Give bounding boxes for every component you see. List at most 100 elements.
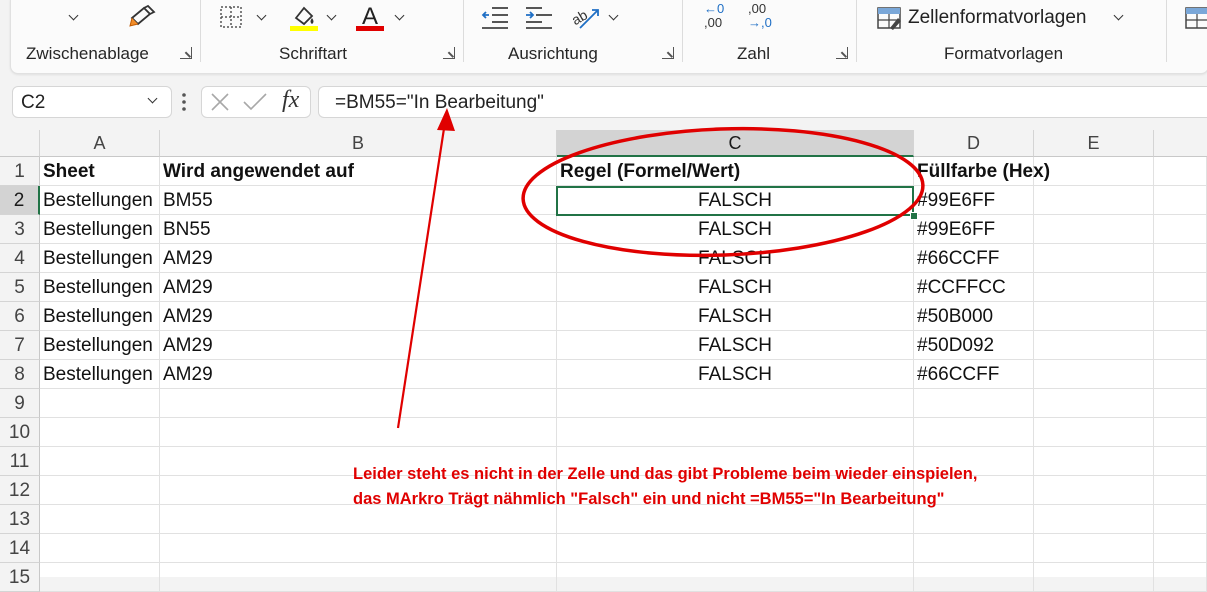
zellenformatvorlagen-button[interactable]: Zellenformatvorlagen <box>908 7 1086 29</box>
cell-c3[interactable]: FALSCH <box>557 215 914 244</box>
row-header-9[interactable]: 9 <box>0 389 40 418</box>
cell-f12[interactable] <box>1154 476 1207 505</box>
cell-a11[interactable] <box>40 447 160 476</box>
cell-d9[interactable] <box>914 389 1034 418</box>
row-header-4[interactable]: 4 <box>0 244 40 273</box>
increase-indent-icon[interactable] <box>524 4 554 30</box>
cell-b5[interactable]: AM29 <box>160 273 557 302</box>
cell-e8[interactable] <box>1034 360 1154 389</box>
cell-a13[interactable] <box>40 505 160 534</box>
cell-a6[interactable]: Bestellungen <box>40 302 160 331</box>
cell-d8[interactable]: #66CCFF <box>914 360 1034 389</box>
cell-styles-icon[interactable] <box>876 6 902 30</box>
cell-b2[interactable]: BM55 <box>160 186 557 215</box>
select-all-corner[interactable] <box>0 130 40 157</box>
cell-a10[interactable] <box>40 418 160 447</box>
column-header-f[interactable] <box>1154 130 1207 157</box>
cell-b10[interactable] <box>160 418 557 447</box>
cell-d3[interactable]: #99E6FF <box>914 215 1034 244</box>
cell-a12[interactable] <box>40 476 160 505</box>
cell-c4[interactable]: FALSCH <box>557 244 914 273</box>
cell-e7[interactable] <box>1034 331 1154 360</box>
cell-f2[interactable] <box>1154 186 1207 215</box>
row-header-12[interactable]: 12 <box>0 476 40 505</box>
text-orientation-icon[interactable]: ab <box>570 2 602 32</box>
cell-b8[interactable]: AM29 <box>160 360 557 389</box>
decrease-indent-icon[interactable] <box>480 4 510 30</box>
cell-c5[interactable]: FALSCH <box>557 273 914 302</box>
schriftart-dialog-launcher-icon[interactable] <box>443 47 455 59</box>
cell-b7[interactable]: AM29 <box>160 331 557 360</box>
cell-c6[interactable]: FALSCH <box>557 302 914 331</box>
row-header-8[interactable]: 8 <box>0 360 40 389</box>
cell-d5[interactable]: #CCFFCC <box>914 273 1034 302</box>
cell-e13[interactable] <box>1034 505 1154 534</box>
cell-a1[interactable]: Sheet <box>40 157 160 186</box>
cell-b6[interactable]: AM29 <box>160 302 557 331</box>
cell-f4[interactable] <box>1154 244 1207 273</box>
row-header-2[interactable]: 2 <box>0 186 40 215</box>
ausrichtung-dialog-launcher-icon[interactable] <box>662 47 674 59</box>
more-options-icon[interactable] <box>180 92 188 112</box>
cell-a5[interactable]: Bestellungen <box>40 273 160 302</box>
row-header-5[interactable]: 5 <box>0 273 40 302</box>
column-header-a[interactable]: A <box>40 130 160 157</box>
cell-d10[interactable] <box>914 418 1034 447</box>
column-header-b[interactable]: B <box>160 130 557 157</box>
zahl-dialog-launcher-icon[interactable] <box>836 47 848 59</box>
row-header-13[interactable]: 13 <box>0 505 40 534</box>
cell-d1[interactable]: Füllfarbe (Hex) <box>914 157 1050 186</box>
cell-a14[interactable] <box>40 534 160 563</box>
cell-a8[interactable]: Bestellungen <box>40 360 160 389</box>
enter-checkmark-icon[interactable] <box>242 93 268 111</box>
cancel-icon[interactable] <box>210 93 230 111</box>
cell-f7[interactable] <box>1154 331 1207 360</box>
insert-function-icon[interactable]: fx <box>282 87 299 114</box>
cell-e9[interactable] <box>1034 389 1154 418</box>
cell-b3[interactable]: BN55 <box>160 215 557 244</box>
cell-c14[interactable] <box>557 534 914 563</box>
cell-e2[interactable] <box>1034 186 1154 215</box>
cell-f11[interactable] <box>1154 447 1207 476</box>
cell-a9[interactable] <box>40 389 160 418</box>
cell-e11[interactable] <box>1034 447 1154 476</box>
row-header-3[interactable]: 3 <box>0 215 40 244</box>
cell-e4[interactable] <box>1034 244 1154 273</box>
cell-e12[interactable] <box>1034 476 1154 505</box>
format-painter-icon[interactable] <box>128 4 158 30</box>
borders-icon[interactable] <box>218 4 244 30</box>
cell-d6[interactable]: #50B000 <box>914 302 1034 331</box>
fill-color-icon[interactable] <box>288 2 320 32</box>
cell-f15[interactable] <box>1154 563 1207 592</box>
cell-a2[interactable]: Bestellungen <box>40 186 160 215</box>
zwischenablage-dialog-launcher-icon[interactable] <box>180 47 192 59</box>
cell-d7[interactable]: #50D092 <box>914 331 1034 360</box>
cell-f3[interactable] <box>1154 215 1207 244</box>
row-header-14[interactable]: 14 <box>0 534 40 563</box>
fill-handle[interactable] <box>910 212 918 220</box>
cell-f13[interactable] <box>1154 505 1207 534</box>
cell-d2[interactable]: #99E6FF <box>914 186 1034 215</box>
cell-c1[interactable]: Regel (Formel/Wert) <box>557 157 914 186</box>
cell-a3[interactable]: Bestellungen <box>40 215 160 244</box>
cell-d14[interactable] <box>914 534 1034 563</box>
cell-c10[interactable] <box>557 418 914 447</box>
cell-e5[interactable] <box>1034 273 1154 302</box>
cell-f10[interactable] <box>1154 418 1207 447</box>
font-color-icon[interactable]: A <box>354 2 386 32</box>
cell-f9[interactable] <box>1154 389 1207 418</box>
cell-c15[interactable] <box>557 563 914 592</box>
cell-b9[interactable] <box>160 389 557 418</box>
cell-f1[interactable] <box>1154 157 1207 186</box>
cell-b1[interactable]: Wird angewendet auf <box>160 157 557 186</box>
cell-b4[interactable]: AM29 <box>160 244 557 273</box>
cell-f6[interactable] <box>1154 302 1207 331</box>
cell-b14[interactable] <box>160 534 557 563</box>
column-header-c[interactable]: C <box>557 130 914 157</box>
row-header-10[interactable]: 10 <box>0 418 40 447</box>
row-header-15[interactable]: 15 <box>0 563 40 592</box>
cell-e6[interactable] <box>1034 302 1154 331</box>
cell-d15[interactable] <box>914 563 1034 592</box>
cell-f8[interactable] <box>1154 360 1207 389</box>
cell-b15[interactable] <box>160 563 557 592</box>
